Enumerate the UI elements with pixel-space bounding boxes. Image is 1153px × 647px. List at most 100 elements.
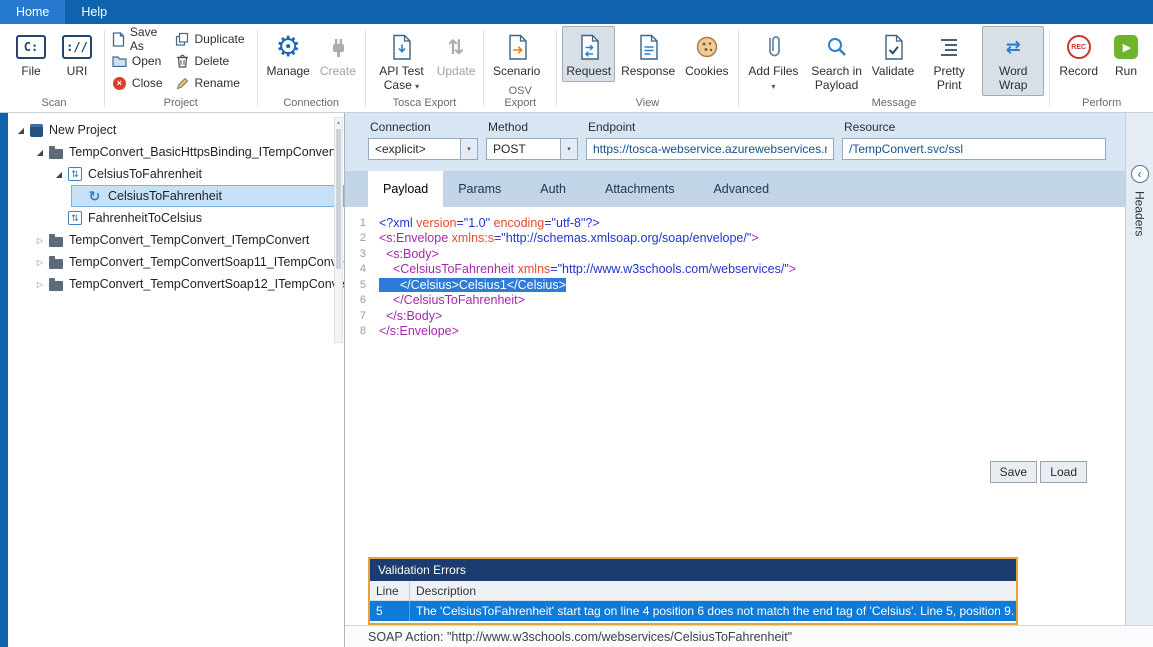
tab-params[interactable]: Params bbox=[443, 171, 516, 207]
open-folder-icon bbox=[112, 55, 127, 67]
add-files-label: Add Files bbox=[748, 64, 798, 78]
code-text[interactable]: </s:Body> bbox=[379, 309, 442, 323]
tree-item-TempConvert_TempConvertSoap11_ITempConvert[interactable]: ▷TempConvert_TempConvertSoap11_ITempConv… bbox=[8, 251, 344, 273]
word-wrap-label: Word Wrap bbox=[986, 65, 1040, 93]
uri-button[interactable]: :// URI bbox=[55, 26, 99, 82]
code-line-6: 6 </CelsiusToFahrenheit> bbox=[345, 293, 1125, 309]
ribbon-group-label-project: Project bbox=[109, 97, 253, 112]
left-edge-strip bbox=[0, 113, 8, 647]
file-button[interactable]: C: File bbox=[9, 26, 53, 82]
tree-item-New Project[interactable]: ◢New Project bbox=[8, 119, 344, 141]
add-files-button[interactable]: Add Files ▾ bbox=[743, 26, 803, 96]
tree-item-CelsiusToFahrenheit[interactable]: ◢⇅ CelsiusToFahrenheit bbox=[8, 163, 344, 185]
chevron-down-icon[interactable]: ▾ bbox=[460, 139, 477, 159]
tree-expander-expanded-icon[interactable]: ◢ bbox=[52, 170, 66, 179]
ribbon-separator bbox=[257, 30, 258, 107]
tab-auth[interactable]: Auth bbox=[525, 171, 581, 207]
delete-button[interactable]: Delete bbox=[172, 51, 253, 71]
word-wrap-button[interactable]: ⇄ Word Wrap bbox=[982, 26, 1044, 96]
tab-payload[interactable]: Payload bbox=[368, 171, 443, 207]
code-line-7: 7 </s:Body> bbox=[345, 308, 1125, 324]
scenario-button[interactable]: Scenario bbox=[489, 26, 544, 82]
scroll-up-icon[interactable]: ▴ bbox=[335, 118, 342, 127]
main-area: ◢New Project◢TempConvert_BasicHttpsBindi… bbox=[0, 113, 1153, 647]
pencil-icon bbox=[175, 77, 190, 90]
code-text[interactable]: <CelsiusToFahrenheit xmlns="http://www.w… bbox=[379, 262, 796, 276]
tree-expander-collapsed-icon[interactable]: ▷ bbox=[33, 236, 47, 245]
code-text[interactable]: <s:Envelope xmlns:s="http://schemas.xmls… bbox=[379, 231, 759, 245]
folder-icon bbox=[49, 237, 63, 247]
endpoint-input[interactable] bbox=[586, 138, 834, 160]
validate-label: Validate bbox=[872, 65, 914, 79]
close-button[interactable]: × Close bbox=[109, 73, 172, 93]
pretty-print-button[interactable]: Pretty Print bbox=[918, 26, 980, 96]
endpoint-icon: ⇅ bbox=[68, 167, 82, 181]
line-number: 6 bbox=[345, 294, 379, 306]
api-test-case-button[interactable]: API Test Case ▾ bbox=[371, 26, 432, 96]
create-connection-button[interactable]: Create bbox=[316, 26, 360, 82]
code-text[interactable]: <?xml version="1.0" encoding="utf-8"?> bbox=[379, 216, 600, 230]
tree-item-TempConvert_TempConvertSoap12_ITempConvert[interactable]: ▷TempConvert_TempConvertSoap12_ITempConv… bbox=[8, 273, 344, 295]
code-line-2: 2<s:Envelope xmlns:s="http://schemas.xml… bbox=[345, 231, 1125, 247]
headers-panel-label[interactable]: Headers bbox=[1133, 191, 1147, 236]
save-as-button[interactable]: Save As bbox=[109, 29, 172, 49]
code-line-3: 3 <s:Body> bbox=[345, 246, 1125, 262]
resource-input[interactable] bbox=[842, 138, 1106, 160]
code-text[interactable]: </s:Envelope> bbox=[379, 324, 459, 338]
error-line-number: 5 bbox=[370, 601, 410, 621]
update-button[interactable]: ⇅ Update bbox=[434, 26, 478, 82]
tree-item-label: CelsiusToFahrenheit bbox=[87, 167, 202, 181]
code-text-selected[interactable]: </Celsius>Celsius1</Celsius> bbox=[379, 278, 566, 292]
code-line-1: 1<?xml version="1.0" encoding="utf-8"?> bbox=[345, 215, 1125, 231]
cookies-view-button[interactable]: Cookies bbox=[681, 26, 732, 82]
run-button[interactable]: ▶ Run bbox=[1104, 26, 1148, 82]
record-icon: REC bbox=[1067, 35, 1091, 59]
tree-expander-collapsed-icon[interactable]: ▷ bbox=[33, 280, 47, 289]
tab-help[interactable]: Help bbox=[65, 0, 123, 24]
load-button[interactable]: Load bbox=[1040, 461, 1087, 483]
request-view-button[interactable]: Request bbox=[562, 26, 615, 82]
word-wrap-arrows-icon: ⇄ bbox=[1006, 37, 1021, 58]
tree-expander-expanded-icon[interactable]: ◢ bbox=[33, 148, 47, 157]
line-number: 5 bbox=[345, 279, 379, 291]
tree-item-CelsiusToFahrenheit[interactable]: ↻CelsiusToFahrenheit bbox=[8, 185, 344, 207]
connection-select[interactable]: <explicit> ▾ bbox=[368, 138, 478, 160]
rename-button[interactable]: Rename bbox=[172, 73, 253, 93]
code-text[interactable]: </CelsiusToFahrenheit> bbox=[379, 293, 525, 307]
response-view-button[interactable]: Response bbox=[617, 26, 679, 82]
request-icon: ↻ bbox=[87, 188, 102, 205]
search-in-payload-button[interactable]: Search in Payload bbox=[805, 26, 867, 96]
code-text[interactable]: <s:Body> bbox=[379, 247, 439, 261]
tree-item-TempConvert_TempConvert_ITempConvert[interactable]: ▷TempConvert_TempConvert_ITempConvert bbox=[8, 229, 344, 251]
record-button[interactable]: REC Record bbox=[1055, 26, 1102, 82]
request-document-icon bbox=[578, 31, 600, 63]
method-label: Method bbox=[486, 118, 578, 138]
validation-error-row[interactable]: 5 The 'CelsiusToFahrenheit' start tag on… bbox=[370, 601, 1016, 621]
tree-item-TempConvert_BasicHttpsBinding_ITempConvert[interactable]: ◢ TempConvert_BasicHttpsBinding_ITempConv… bbox=[8, 141, 344, 163]
expand-headers-chevron-icon[interactable]: ‹ bbox=[1131, 165, 1149, 183]
open-button[interactable]: Open bbox=[109, 51, 172, 71]
tab-home[interactable]: Home bbox=[0, 0, 65, 24]
manage-connection-button[interactable]: ⚙ Manage bbox=[262, 26, 313, 82]
ribbon-separator bbox=[483, 30, 484, 107]
column-header-line[interactable]: Line bbox=[370, 581, 410, 600]
save-button[interactable]: Save bbox=[990, 461, 1037, 483]
tree-scrollbar[interactable]: ▴ bbox=[334, 117, 343, 343]
payload-editor[interactable]: 1<?xml version="1.0" encoding="utf-8"?>2… bbox=[345, 207, 1125, 625]
tree-expander-collapsed-icon[interactable]: ▷ bbox=[33, 258, 47, 267]
endpoint-field: Endpoint bbox=[586, 118, 834, 171]
tree-item-label: TempConvert_BasicHttpsBinding_ITempConve… bbox=[68, 145, 337, 159]
line-number: 4 bbox=[345, 263, 379, 275]
chevron-down-icon[interactable]: ▾ bbox=[560, 139, 577, 159]
method-select[interactable]: POST ▾ bbox=[486, 138, 578, 160]
tab-attachments[interactable]: Attachments bbox=[590, 171, 689, 207]
tab-advanced[interactable]: Advanced bbox=[698, 171, 784, 207]
column-header-description[interactable]: Description bbox=[410, 581, 1016, 600]
endpoint-label: Endpoint bbox=[586, 118, 834, 138]
validate-button[interactable]: Validate bbox=[870, 26, 917, 82]
tree-expander-expanded-icon[interactable]: ◢ bbox=[14, 126, 28, 135]
duplicate-button[interactable]: Duplicate bbox=[172, 29, 253, 49]
scroll-thumb[interactable] bbox=[336, 129, 341, 269]
ribbon-group-scan: C: File :// URI Scan bbox=[6, 25, 102, 112]
tree-item-FahrenheitToCelsius[interactable]: ⇅FahrenheitToCelsius bbox=[8, 207, 344, 229]
